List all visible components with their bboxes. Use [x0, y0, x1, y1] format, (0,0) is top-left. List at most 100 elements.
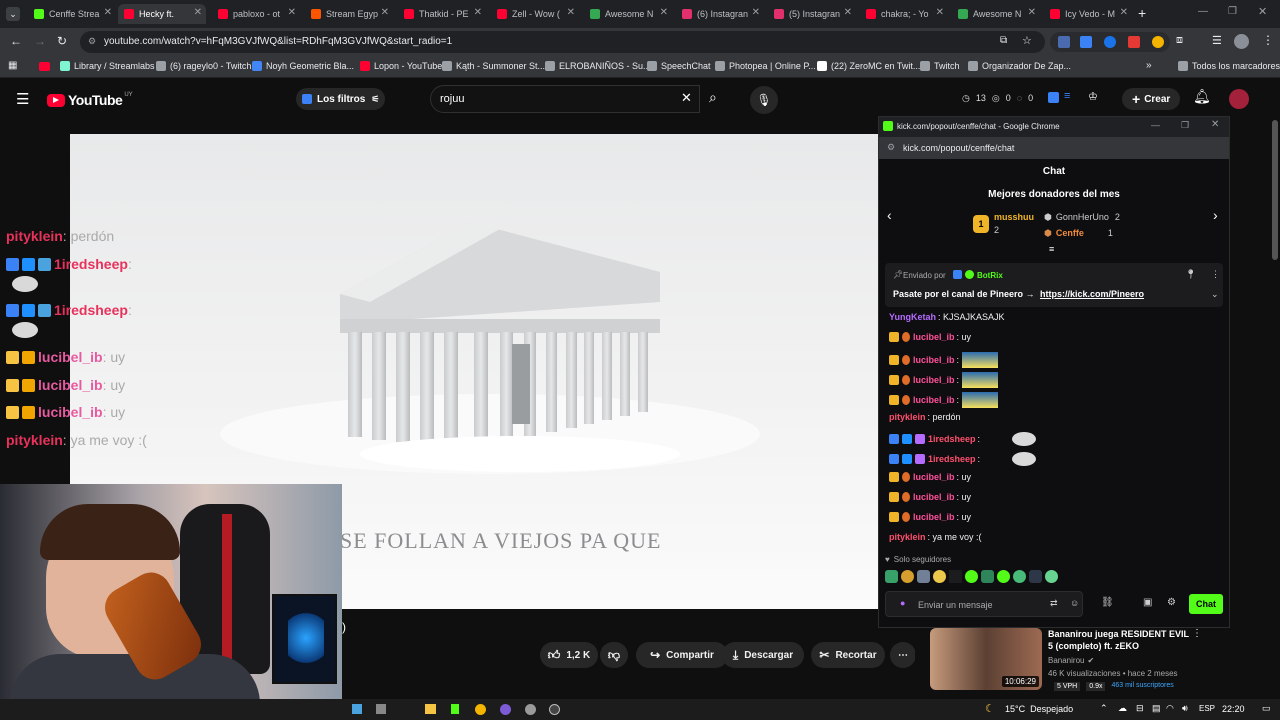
download-button[interactable]: ⤓ Descargar: [722, 642, 804, 668]
recommended-video[interactable]: 10:06:29 Bananirou juega RESIDENT EVIL 5…: [930, 628, 1202, 692]
chat-gift-icon[interactable]: ▣: [1143, 597, 1152, 608]
expand-pinned-icon[interactable]: ⌄: [1211, 289, 1219, 300]
browser-menu-icon[interactable]: ⋮: [1262, 33, 1274, 47]
tab-close-icon[interactable]: ✕: [381, 7, 389, 18]
emote-icon[interactable]: [901, 570, 914, 583]
bookmark-item[interactable]: ELROBANIÑOS - Su...: [545, 61, 651, 71]
reload-icon[interactable]: ↻: [57, 34, 67, 48]
tab-close-icon[interactable]: ✕: [844, 7, 852, 18]
tab-close-icon[interactable]: ✕: [474, 7, 482, 18]
site-settings-icon[interactable]: ⚙: [887, 142, 895, 153]
donors-next-icon[interactable]: ›: [1213, 207, 1218, 223]
tab-close-icon[interactable]: ✕: [567, 7, 575, 18]
mic-icon[interactable]: ●: [900, 598, 905, 608]
window-close-button[interactable]: ✕: [1258, 5, 1267, 18]
tab-close-icon[interactable]: ✕: [1028, 7, 1036, 18]
all-bookmarks-folder[interactable]: Todos los marcadores: [1178, 61, 1280, 71]
create-button[interactable]: + Crear: [1122, 88, 1181, 110]
taskbar-app-icon[interactable]: [376, 704, 386, 714]
tab-search-icon[interactable]: ⌄: [6, 7, 20, 21]
popup-minimize-button[interactable]: —: [1151, 120, 1160, 130]
emote-icon[interactable]: [965, 570, 978, 583]
file-explorer-icon[interactable]: [425, 704, 436, 714]
bookmark-item[interactable]: Lopon - YouTube: [360, 61, 442, 71]
donors-prev-icon[interactable]: ‹: [887, 207, 892, 223]
chat-tool-icon[interactable]: ⛓: [1101, 597, 1114, 608]
extension-icon[interactable]: [1152, 36, 1164, 48]
adblock-icon[interactable]: [1128, 36, 1140, 48]
browser-tab[interactable]: Thatkid - PE ✕: [398, 4, 486, 24]
install-icon[interactable]: ⧉: [1000, 35, 1007, 46]
tab-close-icon[interactable]: ✕: [660, 7, 668, 18]
notifications-bell-icon[interactable]: 🔔︎: [1193, 88, 1211, 105]
clip-button[interactable]: ✂ Recortar: [811, 642, 885, 668]
bookmark-item[interactable]: Kąth - Summoner St...: [442, 61, 545, 71]
tray-icon[interactable]: ▤: [1152, 703, 1161, 714]
network-icon[interactable]: ⊟: [1136, 703, 1144, 714]
forward-icon[interactable]: →: [34, 34, 46, 48]
voice-search-icon[interactable]: 🎙: [750, 86, 778, 114]
search-box[interactable]: [430, 85, 700, 113]
scrollbar[interactable]: [1272, 120, 1278, 260]
discord-icon[interactable]: [500, 704, 511, 715]
emote-icon[interactable]: [981, 570, 994, 583]
emote-icon[interactable]: [949, 570, 962, 583]
bookmark-item[interactable]: Organizador De Zap...: [968, 61, 1071, 71]
more-actions-button[interactable]: ⋯: [890, 642, 916, 668]
emote-icon[interactable]: [885, 570, 898, 583]
bookmark-item[interactable]: (22) ZeroMC en Twit...: [817, 61, 920, 71]
reading-list-icon[interactable]: ☰: [1212, 34, 1222, 47]
browser-tab[interactable]: (6) Instagran ✕: [676, 4, 764, 24]
puzzle-icon[interactable]: ⧈: [1176, 34, 1183, 47]
bookmark-item[interactable]: Photopea | Online P...: [715, 61, 816, 71]
dislike-button[interactable]: 👎︎: [600, 642, 628, 668]
emote-icon[interactable]: [917, 570, 930, 583]
chat-input[interactable]: Enviar un mensaje ● ⇄ ☺: [885, 591, 1083, 617]
unpin-icon[interactable]: 📍︎: [1185, 269, 1196, 280]
weather-text[interactable]: 15°C Despejado: [1005, 704, 1073, 714]
tab-close-icon[interactable]: ✕: [1120, 7, 1128, 18]
browser-tab[interactable]: Zell - Wow (✕: [491, 4, 579, 24]
pinned-link[interactable]: https://kick.com/Pineero: [1040, 289, 1144, 299]
bookmark-item[interactable]: Twitch: [920, 61, 960, 71]
tab-close-icon[interactable]: ✕: [104, 7, 112, 18]
extension-icon[interactable]: [1104, 36, 1116, 48]
search-input[interactable]: rojuu: [440, 93, 464, 105]
tab-close-icon[interactable]: ✕: [288, 7, 296, 18]
window-minimize-button[interactable]: —: [1198, 6, 1208, 17]
browser-tab[interactable]: Cenffe Strea ✕: [28, 4, 116, 24]
clock[interactable]: 22:20: [1222, 704, 1245, 714]
emoji-icon[interactable]: ☺: [1070, 598, 1079, 608]
account-avatar[interactable]: [1229, 89, 1249, 109]
new-tab-button[interactable]: +: [1138, 5, 1146, 21]
recommended-menu-icon[interactable]: ⋮: [1192, 628, 1202, 639]
emote-icon[interactable]: [933, 570, 946, 583]
more-bookmarks-icon[interactable]: »: [1146, 60, 1152, 71]
chat-settings-icon[interactable]: ⚙: [1167, 597, 1176, 608]
back-icon[interactable]: ←: [10, 34, 22, 48]
browser-tab[interactable]: Stream Egyp ✕: [305, 4, 393, 24]
clear-search-icon[interactable]: ✕: [681, 90, 692, 106]
bookmark-item[interactable]: Noyh Geometric Bla...: [252, 61, 354, 71]
filters-button[interactable]: Los filtros ⚟: [296, 88, 386, 110]
window-maximize-button[interactable]: ❐: [1228, 6, 1237, 17]
pinned-menu-icon[interactable]: ⋮: [1211, 269, 1220, 280]
chrome-icon[interactable]: [475, 704, 486, 715]
address-bar[interactable]: ⚙ youtube.com/watch?v=hFqM3GVJfWQ&list=R…: [80, 31, 1045, 53]
chat-send-button[interactable]: Chat: [1189, 594, 1223, 614]
taskbar-app-icon[interactable]: [549, 704, 560, 715]
profile-avatar[interactable]: [1234, 34, 1249, 49]
browser-tab[interactable]: chakra; - Yo ✕: [860, 4, 948, 24]
apps-icon[interactable]: ▦: [8, 60, 17, 71]
collapse-donors-icon[interactable]: ≡: [1049, 244, 1054, 254]
extension-icon[interactable]: [1058, 36, 1070, 48]
emote-icon[interactable]: [1029, 570, 1042, 583]
recommended-thumbnail[interactable]: 10:06:29: [930, 628, 1042, 690]
volume-icon[interactable]: 🔊︎: [1182, 703, 1188, 714]
emote-icon[interactable]: [997, 570, 1010, 583]
recommended-title[interactable]: Bananirou juega RESIDENT EVIL 5 (complet…: [1048, 628, 1190, 652]
tray-icon[interactable]: ☁: [1118, 703, 1127, 714]
popup-maximize-button[interactable]: ❐: [1181, 120, 1189, 131]
extension-icon[interactable]: [1048, 92, 1059, 103]
browser-tab[interactable]: Icy Vedo - M ✕: [1044, 4, 1132, 24]
